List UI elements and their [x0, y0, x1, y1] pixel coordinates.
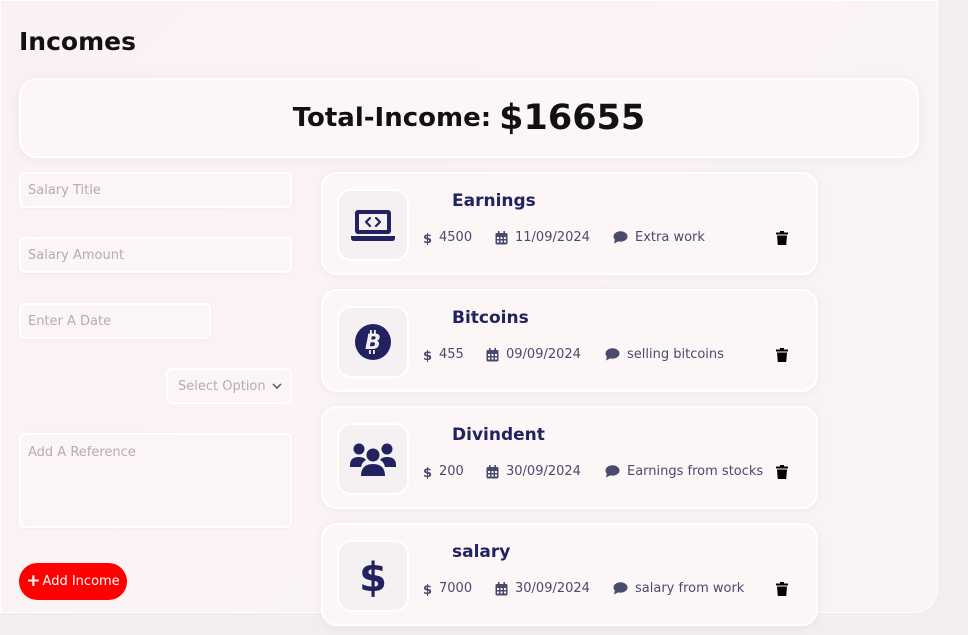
- svg-text:$: $: [423, 349, 432, 362]
- trash-icon[interactable]: [776, 465, 788, 479]
- page-title: Incomes: [19, 27, 136, 56]
- income-item-date: 09/09/2024: [486, 347, 605, 362]
- svg-text:$: $: [423, 583, 432, 596]
- income-item-meta: $ 4500 11/09/2024 Extra work: [423, 230, 794, 245]
- add-income-button[interactable]: + Add Income: [19, 563, 127, 600]
- income-item-amount-value: 4500: [439, 230, 473, 245]
- income-item-date-value: 09/09/2024: [506, 347, 581, 362]
- chevron-down-icon: [272, 383, 282, 390]
- income-item-meta: $ 455 09/09/2024 selling bitcoins: [423, 347, 794, 362]
- income-item-meta: $ 200 30/09/2024 Earnings from stocks: [423, 464, 794, 479]
- total-income-value: $16655: [499, 98, 646, 138]
- income-item-icon-box: B: [337, 306, 409, 378]
- reference-textarea[interactable]: [19, 433, 292, 528]
- dollar-icon: $: [423, 583, 432, 596]
- income-item-amount: $ 4500: [423, 230, 495, 245]
- income-item-amount-value: 200: [439, 464, 464, 479]
- dollar-icon: $: [423, 466, 432, 479]
- income-item-icon-box: [337, 189, 409, 261]
- income-item-title: Earnings: [452, 191, 536, 211]
- income-item-description-value: Earnings from stocks: [627, 464, 764, 479]
- income-item-amount-value: 455: [439, 347, 464, 362]
- income-item-icon-box: $: [337, 540, 409, 612]
- income-item-date: 11/09/2024: [495, 230, 613, 245]
- income-item-title: salary: [452, 542, 511, 562]
- income-item-date-value: 11/09/2024: [515, 230, 590, 245]
- income-item-date: 30/09/2024: [486, 464, 605, 479]
- income-item-title: Divindent: [452, 425, 545, 445]
- income-item-amount: $ 7000: [423, 581, 495, 596]
- add-income-button-label: Add Income: [42, 574, 120, 589]
- comment-icon: [605, 348, 620, 361]
- income-item-date-value: 30/09/2024: [515, 581, 590, 596]
- dollar-icon: $: [423, 232, 432, 245]
- income-item-description-value: salary from work: [635, 581, 745, 596]
- income-item-date: 30/09/2024: [495, 581, 613, 596]
- income-item: B Bitcoins $ 455 09/09/2024 selling bitc…: [321, 289, 818, 392]
- income-item-icon-box: [337, 423, 409, 495]
- category-select[interactable]: Select Option: [166, 368, 292, 404]
- bitcoin-icon: B: [355, 324, 391, 360]
- income-item-date-value: 30/09/2024: [506, 464, 581, 479]
- trash-icon[interactable]: [776, 231, 788, 245]
- income-item: $ salary $ 7000 30/09/2024 salary from w…: [321, 523, 818, 626]
- total-income-label: Total-Income:: [292, 103, 492, 133]
- calendar-icon: [495, 230, 508, 244]
- income-item-title: Bitcoins: [452, 308, 529, 328]
- dollar-icon: $: [359, 555, 387, 597]
- svg-text:$: $: [423, 466, 432, 479]
- category-select-value: Select Option: [178, 378, 266, 394]
- income-item-description: selling bitcoins: [605, 347, 724, 362]
- calendar-icon: [486, 347, 499, 361]
- calendar-icon: [495, 581, 508, 595]
- comment-icon: [613, 582, 628, 595]
- income-item-amount-value: 7000: [439, 581, 473, 596]
- total-income-card: Total-Income: $16655: [19, 78, 919, 158]
- comment-icon: [605, 465, 620, 478]
- income-item-description-value: Extra work: [635, 230, 705, 245]
- trash-icon[interactable]: [776, 348, 788, 362]
- salary-amount-input[interactable]: [19, 237, 292, 273]
- users-icon: [350, 443, 396, 476]
- income-item-amount: $ 455: [423, 347, 486, 362]
- date-input[interactable]: [19, 303, 211, 339]
- trash-icon[interactable]: [776, 582, 788, 596]
- svg-text:$: $: [423, 232, 432, 245]
- laptop-code-icon: [351, 210, 395, 241]
- comment-icon: [613, 231, 628, 244]
- income-item: Divindent $ 200 30/09/2024 Earnings from…: [321, 406, 818, 509]
- income-item-description: Extra work: [613, 230, 705, 245]
- plus-icon: +: [26, 571, 41, 591]
- incomes-panel: Incomes Total-Income: $16655 Select Opti…: [0, 0, 938, 626]
- income-item-description: salary from work: [613, 581, 744, 596]
- income-item-description-value: selling bitcoins: [627, 347, 724, 362]
- income-item: Earnings $ 4500 11/09/2024 Extra work: [321, 172, 818, 275]
- income-item-description: Earnings from stocks: [605, 464, 763, 479]
- calendar-icon: [486, 464, 499, 478]
- income-item-meta: $ 7000 30/09/2024 salary from work: [423, 581, 794, 596]
- dollar-icon: $: [423, 349, 432, 362]
- income-item-amount: $ 200: [423, 464, 486, 479]
- salary-title-input[interactable]: [19, 172, 292, 208]
- svg-text:$: $: [359, 555, 387, 597]
